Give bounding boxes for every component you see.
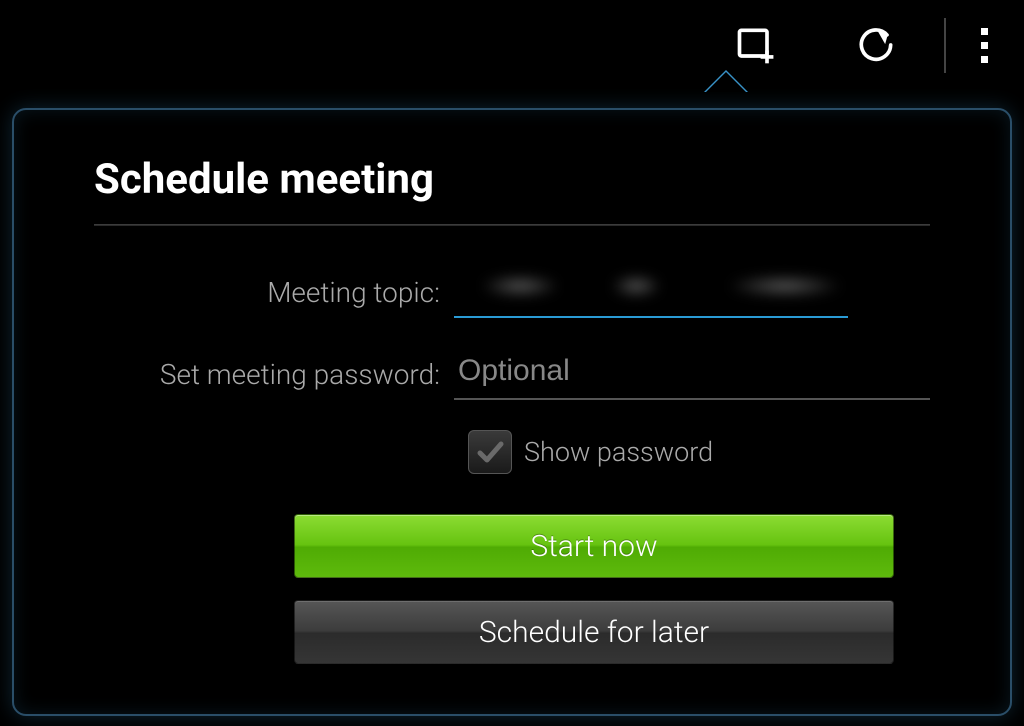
toolbar-divider [944,18,946,73]
meeting-password-label: Set meeting password: [94,358,454,391]
show-password-label: Show password [524,436,713,468]
check-icon [475,437,505,467]
panel-title: Schedule meeting [94,155,930,204]
meeting-topic-label: Meeting topic: [94,276,454,309]
show-password-row: Show password [468,430,930,474]
meeting-topic-row: Meeting topic: [94,266,930,318]
schedule-later-button[interactable]: Schedule for later [294,600,894,664]
meeting-topic-input[interactable] [454,266,848,318]
meeting-password-input[interactable] [454,348,930,400]
show-password-checkbox[interactable] [468,430,512,474]
refresh-icon[interactable] [816,0,936,90]
schedule-meeting-panel: Schedule meeting Meeting topic: Set meet… [12,108,1012,716]
top-toolbar [0,0,1024,90]
button-column: Start now Schedule for later [294,514,894,664]
title-divider [94,224,930,226]
meeting-password-row: Set meeting password: [94,348,930,400]
overflow-menu-icon[interactable] [954,0,1014,90]
start-now-button[interactable]: Start now [294,514,894,578]
